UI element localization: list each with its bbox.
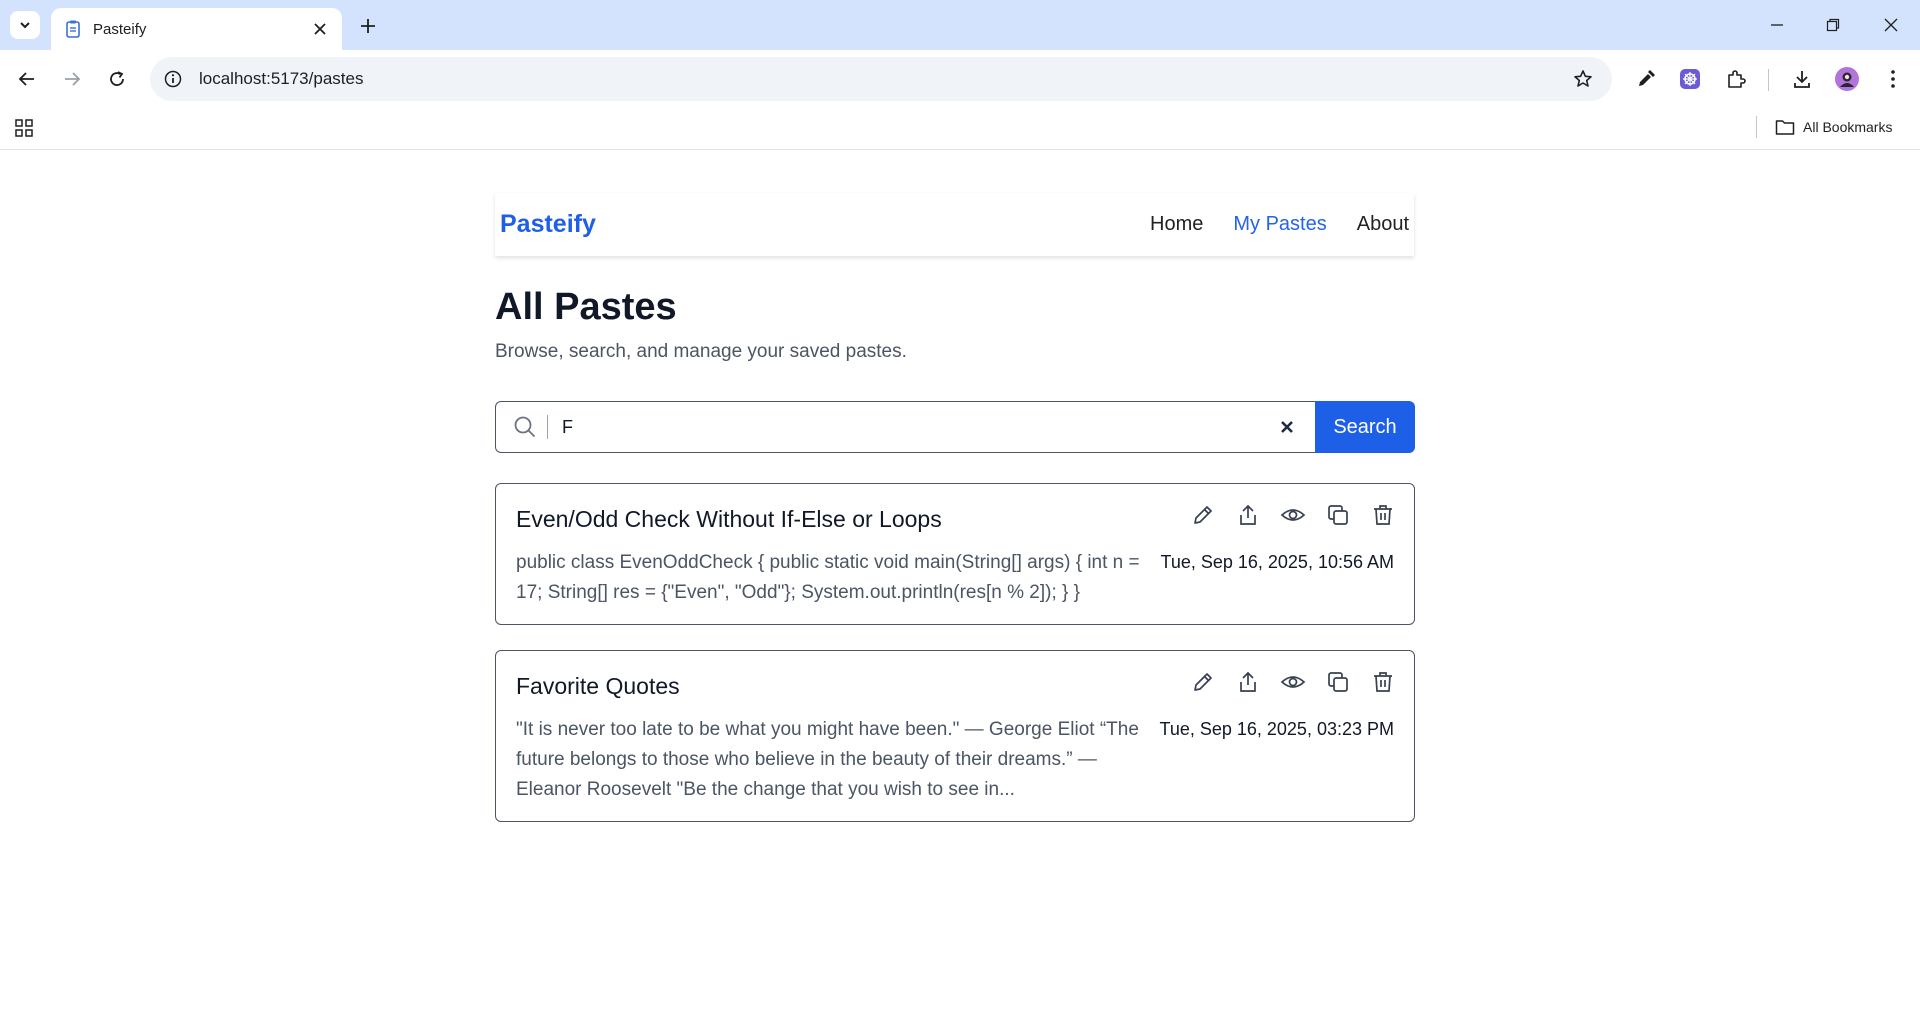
all-bookmarks-label: All Bookmarks [1803,119,1893,135]
forward-icon [65,72,81,86]
chevron-down-icon [20,22,30,29]
share-icon [1240,504,1256,525]
share-button[interactable] [1235,669,1261,695]
pencil-icon [1194,506,1212,524]
url-text[interactable]: localhost:5173/pastes [199,69,1568,89]
extension-button[interactable] [1674,63,1706,95]
search-bar: Search [495,401,1415,453]
trash-icon [1374,505,1392,525]
address-bar[interactable]: localhost:5173/pastes [150,57,1612,101]
close-window-button[interactable] [1876,10,1906,40]
minimize-icon [1771,24,1783,26]
kebab-menu-icon [1891,70,1895,88]
new-tab-button[interactable] [354,12,382,40]
search-icon [511,413,539,441]
brand-logo[interactable]: Pasteify [500,210,1120,239]
eye-icon [1280,676,1306,688]
search-box [495,401,1315,453]
bookmarks-divider [1756,116,1757,138]
eyedropper-icon [1639,70,1655,86]
paste-actions [1190,502,1396,528]
page-content: Pasteify Home My Pastes About All Pastes… [0,151,1920,1020]
extension-icon [1680,69,1700,89]
copy-button[interactable] [1325,669,1351,695]
reload-icon [110,71,124,86]
bookmarks-bar: All Bookmarks [0,108,1920,150]
page-subtitle: Browse, search, and manage your saved pa… [495,341,907,362]
nav-my-pastes[interactable]: My Pastes [1233,213,1326,236]
info-icon [164,70,182,88]
page-title: All Pastes [495,286,677,328]
avatar [1835,67,1859,91]
nav-home[interactable]: Home [1150,213,1203,236]
eyedropper-extension[interactable] [1630,63,1662,95]
back-button[interactable] [11,63,43,95]
eye-icon [1280,509,1306,521]
tab-strip: Pasteify [0,0,1920,50]
site-navbar: Pasteify Home My Pastes About [495,193,1414,256]
download-icon [1794,71,1810,88]
back-icon [18,72,34,86]
trash-icon [1374,672,1392,692]
search-input[interactable] [562,416,1273,438]
paste-card: Favorite Quotes "It is never too late to… [495,650,1415,822]
folder-icon [1775,120,1795,135]
restore-button[interactable] [1818,10,1848,40]
browser-menu-button[interactable] [1877,63,1909,95]
paste-date: Tue, Sep 16, 2025, 10:56 AM [1160,552,1395,572]
puzzle-icon [1728,70,1746,88]
paste-card: Even/Odd Check Without If-Else or Loops … [495,483,1415,625]
paste-title: Favorite Quotes [516,673,680,699]
search-divider [547,415,548,439]
tab-close-button[interactable] [310,19,330,39]
copy-icon [1328,672,1348,692]
apps-grid-icon [15,119,33,137]
profile-button[interactable] [1831,63,1863,95]
extensions-menu-button[interactable] [1720,63,1752,95]
tab-title: Pasteify [93,20,147,38]
close-window-icon [1884,18,1898,32]
plus-icon [361,19,375,33]
apps-button[interactable] [12,116,36,140]
close-icon [314,23,326,35]
edit-button[interactable] [1190,669,1216,695]
view-button[interactable] [1280,669,1306,695]
tab-search-button[interactable] [10,11,40,39]
toolbar-divider [1768,69,1769,91]
downloads-button[interactable] [1786,63,1818,95]
minimize-button[interactable] [1762,10,1792,40]
bookmark-star-button[interactable] [1568,64,1598,94]
copy-icon [1328,505,1348,525]
star-icon [1574,70,1592,87]
clear-search-button[interactable] [1273,413,1301,441]
paste-content: "It is never too late to be what you mig… [516,719,1139,800]
active-tab[interactable]: Pasteify [51,8,342,50]
delete-button[interactable] [1370,502,1396,528]
edit-button[interactable] [1190,502,1216,528]
browser-toolbar: localhost:5173/pastes [0,50,1920,108]
paste-title: Even/Odd Check Without If-Else or Loops [516,506,942,532]
pencil-icon [1194,673,1212,691]
forward-button[interactable] [56,63,88,95]
nav-about[interactable]: About [1357,213,1409,236]
delete-button[interactable] [1370,669,1396,695]
share-icon [1240,671,1256,692]
paste-date: Tue, Sep 16, 2025, 03:23 PM [1159,719,1395,739]
site-info-button[interactable] [162,68,184,90]
paste-content: public class EvenOddCheck { public stati… [516,552,1140,603]
view-button[interactable] [1280,502,1306,528]
all-bookmarks-button[interactable]: All Bookmarks [1775,114,1892,140]
close-icon [1281,421,1293,433]
restore-icon [1826,18,1840,32]
search-button[interactable]: Search [1315,401,1415,453]
reload-button[interactable] [101,63,133,95]
favicon-icon [66,20,80,38]
share-button[interactable] [1235,502,1261,528]
paste-actions [1190,669,1396,695]
copy-button[interactable] [1325,502,1351,528]
